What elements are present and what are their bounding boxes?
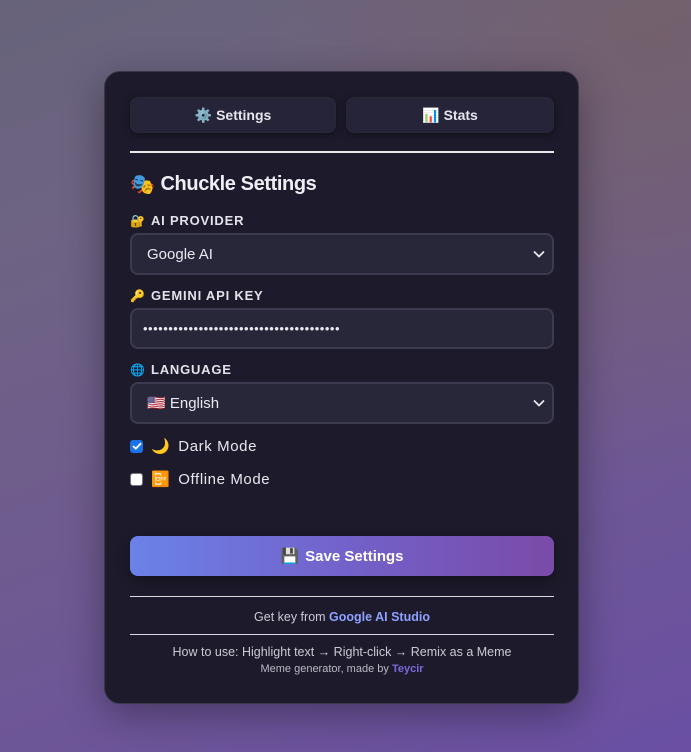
language-label-text: LANGUAGE	[150, 362, 232, 377]
offline-mode-checkbox[interactable]	[130, 472, 143, 486]
offline-mode-label: Offline Mode	[178, 470, 271, 488]
how-to-use-text: How to use: Highlight text → Right-click…	[172, 645, 512, 659]
api-key-input[interactable]: •••••••••••••••••••••••••••••••••••••••	[130, 308, 554, 349]
tab-bar: ⚙️ Settings 📊 Stats	[130, 97, 554, 133]
page-title: 🎭 Chuckle Settings	[130, 172, 317, 197]
api-key-value: •••••••••••••••••••••••••••••••••••••••	[143, 321, 340, 336]
language-select[interactable]: 🇺🇸 English	[130, 382, 554, 424]
floppy-disk-icon: 💾	[280, 548, 300, 565]
offline-icon: 📴	[151, 471, 171, 488]
page-title-text: Chuckle Settings	[160, 173, 317, 195]
globe-icon: 🌐	[130, 362, 145, 377]
credits-prefix: Meme generator, made by	[260, 663, 389, 675]
get-key-note: Get key from Google AI Studio	[130, 610, 554, 624]
settings-panel: ⚙️ Settings 📊 Stats 🎭 Chuckle Settings 🔐…	[104, 71, 579, 704]
chevron-down-icon	[532, 396, 546, 410]
theater-masks-icon: 🎭	[130, 174, 155, 196]
save-settings-button[interactable]: 💾 Save Settings	[130, 536, 554, 576]
chevron-down-icon	[532, 247, 546, 261]
ai-provider-label: 🔐 AI PROVIDER	[130, 213, 244, 228]
author-link[interactable]: Teycir	[392, 663, 424, 675]
language-label: 🌐 LANGUAGE	[130, 362, 232, 377]
footer-divider	[130, 596, 554, 597]
language-value: 🇺🇸 English	[147, 395, 220, 412]
api-key-label: 🔑 GEMINI API KEY	[130, 288, 264, 303]
dark-mode-label: Dark Mode	[178, 437, 258, 455]
ai-provider-label-text: AI PROVIDER	[150, 213, 245, 228]
tab-stats[interactable]: 📊 Stats	[346, 97, 554, 133]
get-key-prefix: Get key from	[254, 610, 326, 624]
credits: Meme generator, made by Teycir	[130, 663, 554, 675]
google-ai-studio-link[interactable]: Google AI Studio	[329, 610, 430, 624]
dark-mode-checkbox[interactable]	[130, 439, 143, 453]
footer-divider	[130, 634, 554, 635]
gear-icon: ⚙️	[194, 106, 213, 123]
dark-mode-option[interactable]: 🌙 Dark Mode	[130, 436, 257, 456]
api-key-label-text: GEMINI API KEY	[150, 288, 264, 303]
offline-mode-option[interactable]: 📴 Offline Mode	[130, 469, 270, 489]
chart-icon: 📊	[422, 106, 440, 123]
moon-icon: 🌙	[151, 438, 171, 455]
ai-provider-value: Google AI	[147, 245, 213, 263]
tab-settings-label: Settings	[216, 107, 272, 123]
lock-key-icon: 🔐	[130, 213, 145, 228]
save-settings-label: Save Settings	[305, 547, 404, 565]
tab-divider	[130, 151, 554, 153]
tab-settings[interactable]: ⚙️ Settings	[130, 97, 336, 133]
key-icon: 🔑	[130, 288, 145, 303]
tab-stats-label: Stats	[443, 107, 478, 123]
ai-provider-select[interactable]: Google AI	[130, 233, 554, 275]
